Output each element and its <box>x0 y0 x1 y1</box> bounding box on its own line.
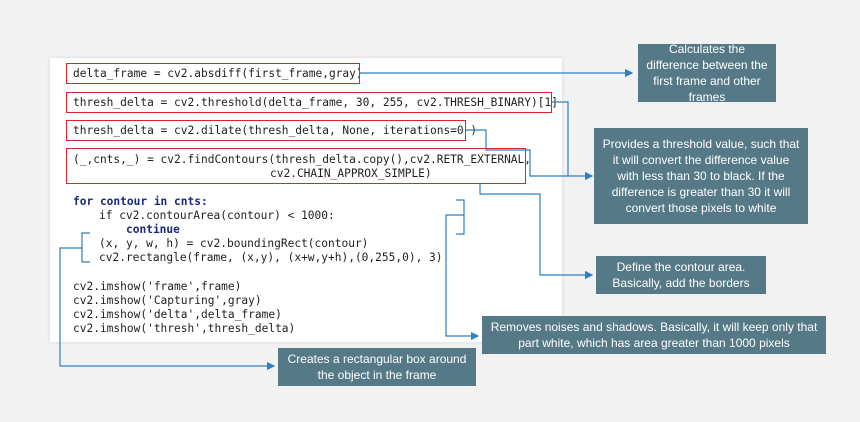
callout-contour-area: Define the contour area. Basically, add … <box>596 256 766 294</box>
callout-absdiff: Calculates the difference between the fi… <box>638 42 776 104</box>
callout-threshold: Provides a threshold value, such that it… <box>594 128 808 224</box>
callout-noise: Removes noises and shadows. Basically, i… <box>482 316 826 354</box>
callout-rectangle: Creates a rectangular box around the obj… <box>278 348 476 386</box>
